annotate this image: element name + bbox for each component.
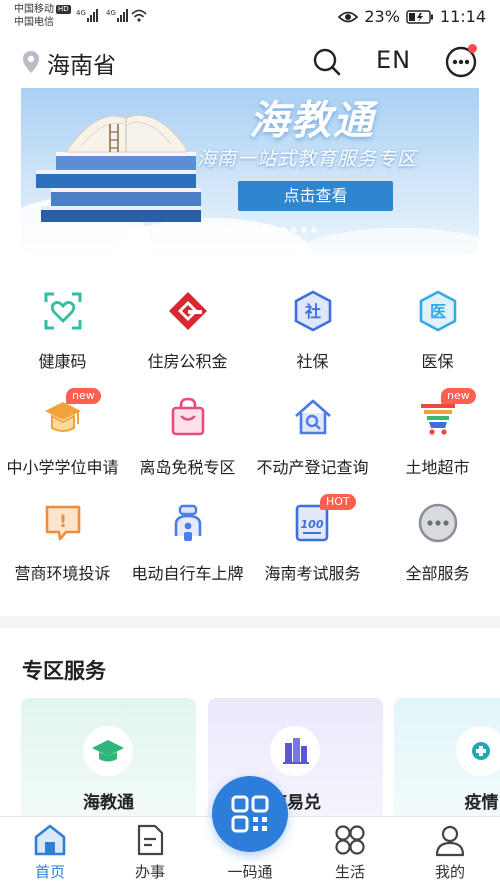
location-pin-icon[interactable] xyxy=(22,50,40,74)
svg-text:医: 医 xyxy=(430,302,446,321)
service-school-enroll[interactable]: new 中小学学位申请 xyxy=(0,388,125,490)
service-label: 不动产登记查询 xyxy=(256,458,369,477)
carousel-indicator xyxy=(225,227,317,233)
qr-code-icon xyxy=(231,795,269,833)
home-icon xyxy=(34,824,66,856)
battery-icon xyxy=(406,9,433,24)
nav-affairs[interactable]: 办事 xyxy=(100,817,200,888)
service-label: 离岛免税专区 xyxy=(139,458,236,477)
nav-label: 一码通 xyxy=(227,863,273,881)
hd-badge: HD xyxy=(56,5,71,14)
service-label: 社保 xyxy=(296,352,329,371)
card-label: 疫情 xyxy=(464,793,499,813)
service-label: 健康码 xyxy=(38,352,87,371)
new-badge: new xyxy=(441,388,476,404)
svg-text:!: ! xyxy=(59,512,67,532)
card-label: 海教通 xyxy=(83,793,134,813)
card-icon-bg xyxy=(270,726,320,776)
nav-mine[interactable]: 我的 xyxy=(400,817,500,888)
carrier-info: 中国移动 HD 中国电信 xyxy=(14,3,71,29)
house-search-icon xyxy=(295,399,331,435)
service-label: 电动自行车上牌 xyxy=(131,564,244,583)
status-right: 23% 11:14 xyxy=(338,7,486,26)
notification-dot xyxy=(468,44,477,53)
svg-text:4G: 4G xyxy=(106,9,116,17)
complaint-icon: ! xyxy=(45,505,81,541)
new-badge: new xyxy=(66,388,101,404)
nav-home[interactable]: 首页 xyxy=(0,817,100,888)
location-selector[interactable]: 海南省 xyxy=(47,46,116,80)
nav-label: 办事 xyxy=(134,863,165,881)
social-security-icon: 社 xyxy=(294,290,332,332)
card-icon-bg xyxy=(83,726,133,776)
language-toggle[interactable]: EN xyxy=(376,46,411,74)
document-icon xyxy=(137,824,164,856)
svg-text:100: 100 xyxy=(301,518,324,531)
card-icon-bg xyxy=(456,726,500,776)
service-business-complaint[interactable]: ! 营商环境投诉 xyxy=(0,496,125,596)
book-stack-illustration xyxy=(36,114,201,222)
clock: 11:14 xyxy=(439,7,486,26)
nav-label: 生活 xyxy=(334,863,365,881)
service-label: 海南考试服务 xyxy=(264,564,361,583)
service-grid: 健康码 住房公积金 社 社保 医 医保 new 中小学学位申请 离岛免税专区 不… xyxy=(0,284,500,594)
banner-subtitle: 海南一站式教育服务专区 xyxy=(197,148,418,170)
search-icon[interactable] xyxy=(312,47,342,77)
epidemic-icon xyxy=(472,742,490,760)
hot-badge: HOT xyxy=(320,494,356,510)
carrier-2: 中国电信 xyxy=(14,17,54,28)
building-icon xyxy=(283,738,309,764)
svg-text:4G: 4G xyxy=(76,9,86,17)
service-label: 住房公积金 xyxy=(147,352,228,371)
service-real-estate-query[interactable]: 不动产登记查询 xyxy=(250,390,375,490)
user-icon xyxy=(435,825,465,857)
service-label: 中小学学位申请 xyxy=(6,458,119,477)
life-grid-icon xyxy=(335,825,365,855)
service-social-security[interactable]: 社 社保 xyxy=(250,284,375,384)
service-label: 全部服务 xyxy=(405,564,470,583)
nav-label: 我的 xyxy=(434,863,465,881)
nav-label: 首页 xyxy=(34,863,65,881)
health-code-icon xyxy=(44,292,82,330)
service-all[interactable]: 全部服务 xyxy=(375,496,500,596)
scooter-icon xyxy=(174,504,202,541)
banner-title: 海教通 xyxy=(249,98,375,144)
service-label: 营商环境投诉 xyxy=(14,564,111,583)
qr-code-button[interactable] xyxy=(212,776,288,852)
section-divider xyxy=(0,616,500,628)
medical-insurance-icon: 医 xyxy=(419,290,457,332)
zone-card-epidemic[interactable]: 疫情 xyxy=(394,698,500,816)
status-bar: 中国移动 HD 中国电信 4G 4G 23% 11:14 xyxy=(0,0,500,36)
carrier-1: 中国移动 xyxy=(14,4,54,15)
graduation-cap-icon xyxy=(92,740,124,762)
svg-text:社: 社 xyxy=(304,302,321,321)
service-medical-insurance[interactable]: 医 医保 xyxy=(375,284,500,384)
zone-section-title: 专区服务 xyxy=(22,659,106,683)
service-duty-free[interactable]: 离岛免税专区 xyxy=(125,390,250,490)
service-label: 医保 xyxy=(421,352,454,371)
signal-icon: 4G 4G xyxy=(76,9,147,22)
zone-card-haijiaotong[interactable]: 海教通 xyxy=(21,698,196,816)
battery-percent: 23% xyxy=(364,7,400,26)
service-health-code[interactable]: 健康码 xyxy=(0,284,125,384)
service-label: 土地超市 xyxy=(405,458,470,477)
promo-banner[interactable]: 海教通 海南一站式教育服务专区 点击查看 xyxy=(21,88,479,254)
service-ebike-plate[interactable]: 电动自行车上牌 xyxy=(125,496,250,596)
nav-life[interactable]: 生活 xyxy=(300,817,400,888)
app-header: 海南省 EN xyxy=(0,36,500,88)
service-land-market[interactable]: new 土地超市 xyxy=(375,388,500,490)
banner-view-button[interactable]: 点击查看 xyxy=(238,181,393,211)
housing-fund-icon xyxy=(169,292,207,330)
all-services-icon xyxy=(418,503,458,543)
service-exam[interactable]: 100 HOT 海南考试服务 xyxy=(250,494,375,596)
shopping-bag-icon xyxy=(171,397,205,436)
service-housing-fund[interactable]: 住房公积金 xyxy=(125,284,250,384)
eye-icon xyxy=(338,11,359,22)
